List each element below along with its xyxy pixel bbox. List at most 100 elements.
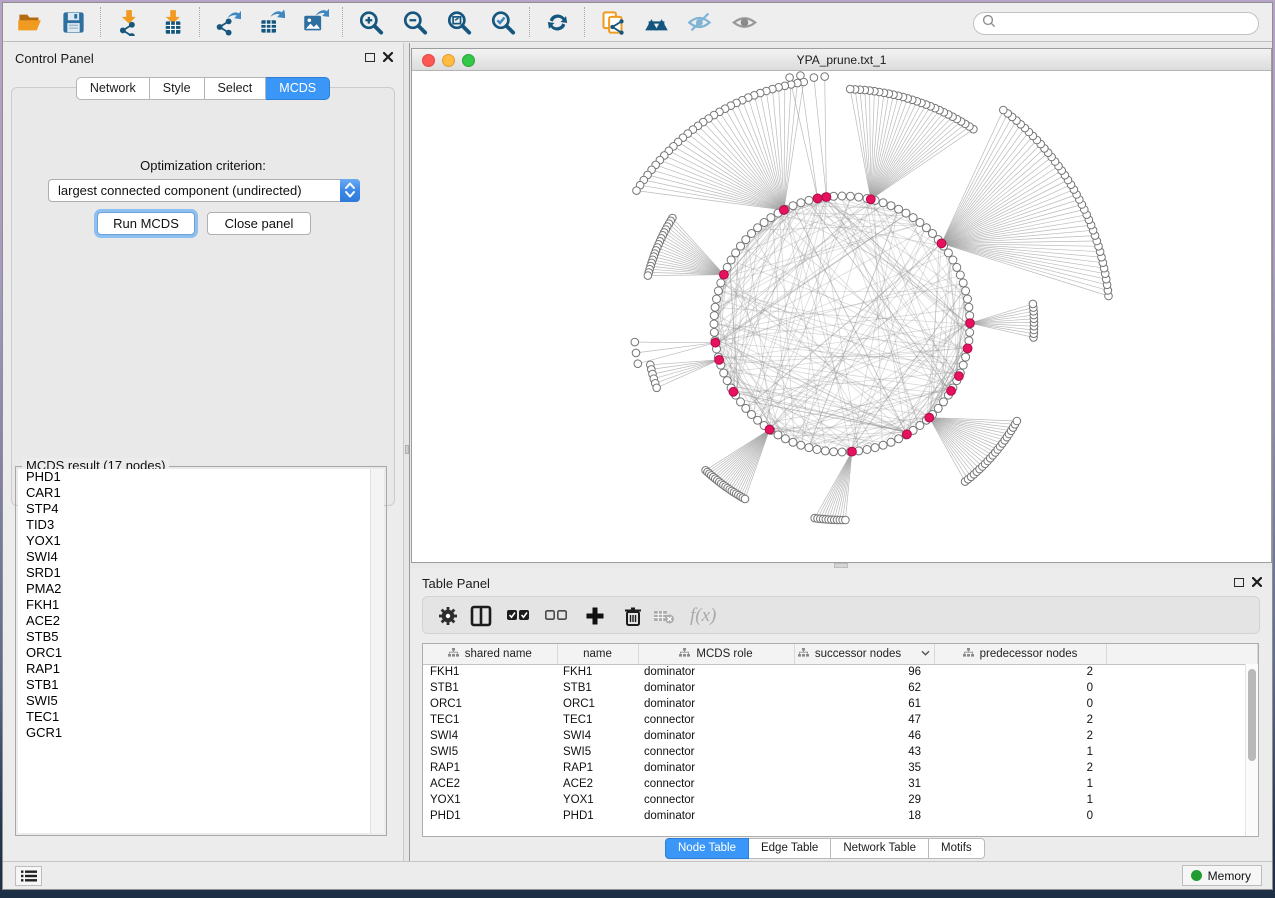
column-header[interactable]: MCDS role bbox=[638, 644, 794, 664]
select-all-button[interactable] bbox=[506, 601, 529, 631]
column-type-icon bbox=[679, 648, 690, 660]
tab-style[interactable]: Style bbox=[150, 77, 205, 100]
search-box[interactable] bbox=[973, 12, 1259, 35]
control-panel: Control Panel NetworkStyleSelectMCDS Opt… bbox=[3, 43, 403, 861]
select-all-icon bbox=[506, 605, 529, 628]
list-icon bbox=[21, 870, 37, 882]
delete-row-button[interactable] bbox=[622, 601, 645, 631]
tab-mcds[interactable]: MCDS bbox=[266, 77, 330, 100]
zoom-out-button[interactable] bbox=[392, 5, 436, 39]
zoom-selected-button[interactable] bbox=[480, 5, 524, 39]
memory-button[interactable]: Memory bbox=[1182, 865, 1262, 886]
import-table-button[interactable] bbox=[150, 5, 194, 39]
tab-motifs[interactable]: Motifs bbox=[929, 838, 985, 859]
table-row[interactable]: TEC1TEC1connector 472 bbox=[423, 712, 1258, 728]
mcds-node-item[interactable]: STB1 bbox=[18, 677, 370, 693]
criterion-dropdown[interactable]: largest connected component (undirected) bbox=[48, 179, 360, 202]
tab-network[interactable]: Network bbox=[76, 77, 150, 100]
float-panel-icon[interactable] bbox=[365, 53, 375, 62]
mcds-node-item[interactable]: YOX1 bbox=[18, 533, 370, 549]
mcds-node-item[interactable]: PHD1 bbox=[18, 469, 370, 485]
float-panel-icon[interactable] bbox=[1234, 578, 1244, 587]
mcds-result-list[interactable]: PHD1CAR1STP4TID3YOX1SWI4SRD1PMA2FKH1ACE2… bbox=[18, 469, 370, 833]
zoom-in-button[interactable] bbox=[348, 5, 392, 39]
deselect-all-button[interactable] bbox=[544, 601, 567, 631]
first-neighbors-button[interactable] bbox=[634, 5, 678, 39]
clone-network-icon bbox=[599, 9, 626, 36]
mcds-node-item[interactable]: SWI5 bbox=[18, 693, 370, 709]
split-view-button[interactable] bbox=[470, 601, 493, 631]
mcds-node-item[interactable]: TEC1 bbox=[18, 709, 370, 725]
mcds-list-scrollbar[interactable] bbox=[370, 469, 384, 833]
column-header[interactable] bbox=[1106, 644, 1258, 664]
splitter-grip[interactable] bbox=[405, 445, 409, 454]
app-window: Control Panel NetworkStyleSelectMCDS Opt… bbox=[2, 2, 1273, 890]
table-row[interactable]: SWI4SWI4dominator 462 bbox=[423, 728, 1258, 744]
tab-select[interactable]: Select bbox=[205, 77, 267, 100]
column-type-icon bbox=[963, 648, 974, 660]
table-scrollbar[interactable] bbox=[1245, 664, 1258, 836]
column-header[interactable]: predecessor nodes bbox=[934, 644, 1106, 664]
apply-layout-button[interactable] bbox=[535, 5, 579, 39]
show-all-button[interactable] bbox=[722, 5, 766, 39]
column-header[interactable]: shared name bbox=[423, 644, 557, 664]
table-panel: Table Panel f(x) shared namenameMCDS rol… bbox=[410, 568, 1272, 861]
mcds-node-item[interactable]: ORC1 bbox=[18, 645, 370, 661]
sort-desc-icon bbox=[921, 648, 930, 660]
close-panel-button[interactable]: Close panel bbox=[207, 212, 311, 235]
search-input[interactable] bbox=[996, 15, 1258, 33]
tab-edge-table[interactable]: Edge Table bbox=[749, 838, 831, 859]
open-session-button[interactable] bbox=[7, 5, 51, 39]
close-panel-icon[interactable] bbox=[383, 52, 393, 62]
scrollbar-thumb[interactable] bbox=[1248, 669, 1256, 761]
table-row[interactable]: STB1STB1dominator 620 bbox=[423, 680, 1258, 696]
mcds-node-item[interactable]: STP4 bbox=[18, 501, 370, 517]
mcds-node-item[interactable]: RAP1 bbox=[18, 661, 370, 677]
node-table: shared namenameMCDS rolesuccessor nodesp… bbox=[422, 643, 1259, 837]
table-row[interactable]: FKH1FKH1dominator 962 bbox=[423, 664, 1258, 680]
task-history-button[interactable] bbox=[15, 866, 42, 886]
column-type-icon bbox=[448, 648, 459, 660]
mcds-node-item[interactable]: ACE2 bbox=[18, 613, 370, 629]
table-row[interactable]: PHD1PHD1dominator 180 bbox=[423, 808, 1258, 824]
column-header[interactable]: successor nodes bbox=[794, 644, 934, 664]
zoom-fit-button[interactable] bbox=[436, 5, 480, 39]
mcds-node-item[interactable]: FKH1 bbox=[18, 597, 370, 613]
table-row[interactable]: RAP1RAP1dominator 352 bbox=[423, 760, 1258, 776]
clone-network-button[interactable] bbox=[590, 5, 634, 39]
import-table-icon bbox=[159, 9, 186, 36]
import-network-button[interactable] bbox=[106, 5, 150, 39]
toolbar-separator bbox=[342, 7, 343, 37]
toolbar-separator bbox=[584, 7, 585, 37]
export-network-button[interactable] bbox=[205, 5, 249, 39]
column-header[interactable]: name bbox=[557, 644, 638, 664]
mcds-node-item[interactable]: PMA2 bbox=[18, 581, 370, 597]
close-panel-icon[interactable] bbox=[1252, 577, 1262, 587]
hide-selected-button[interactable] bbox=[678, 5, 722, 39]
tab-network-table[interactable]: Network Table bbox=[831, 838, 929, 859]
mcds-node-item[interactable]: GCR1 bbox=[18, 725, 370, 741]
settings-button[interactable] bbox=[437, 601, 460, 631]
tab-node-table[interactable]: Node Table bbox=[665, 838, 749, 859]
export-table-button[interactable] bbox=[249, 5, 293, 39]
export-image-button[interactable] bbox=[293, 5, 337, 39]
split-view-icon bbox=[470, 605, 493, 628]
mcds-node-item[interactable]: CAR1 bbox=[18, 485, 370, 501]
network-canvas[interactable] bbox=[412, 71, 1271, 562]
save-session-button[interactable] bbox=[51, 5, 95, 39]
toolbar-separator bbox=[100, 7, 101, 37]
mcds-node-item[interactable]: SRD1 bbox=[18, 565, 370, 581]
toolbar-separator bbox=[529, 7, 530, 37]
table-row[interactable]: YOX1YOX1connector 291 bbox=[423, 792, 1258, 808]
add-row-button[interactable] bbox=[584, 601, 607, 631]
table-row[interactable]: ORC1ORC1dominator 610 bbox=[423, 696, 1258, 712]
run-mcds-button[interactable]: Run MCDS bbox=[97, 212, 195, 235]
mcds-node-item[interactable]: TID3 bbox=[18, 517, 370, 533]
table-row[interactable]: SWI5SWI5connector 431 bbox=[423, 744, 1258, 760]
mcds-node-item[interactable]: SWI4 bbox=[18, 549, 370, 565]
vertical-splitter[interactable] bbox=[403, 43, 410, 861]
table-row[interactable]: ACE2ACE2connector 311 bbox=[423, 776, 1258, 792]
control-panel-title: Control Panel bbox=[15, 51, 94, 66]
network-window-titlebar[interactable]: YPA_prune.txt_1 bbox=[412, 49, 1271, 71]
mcds-node-item[interactable]: STB5 bbox=[18, 629, 370, 645]
